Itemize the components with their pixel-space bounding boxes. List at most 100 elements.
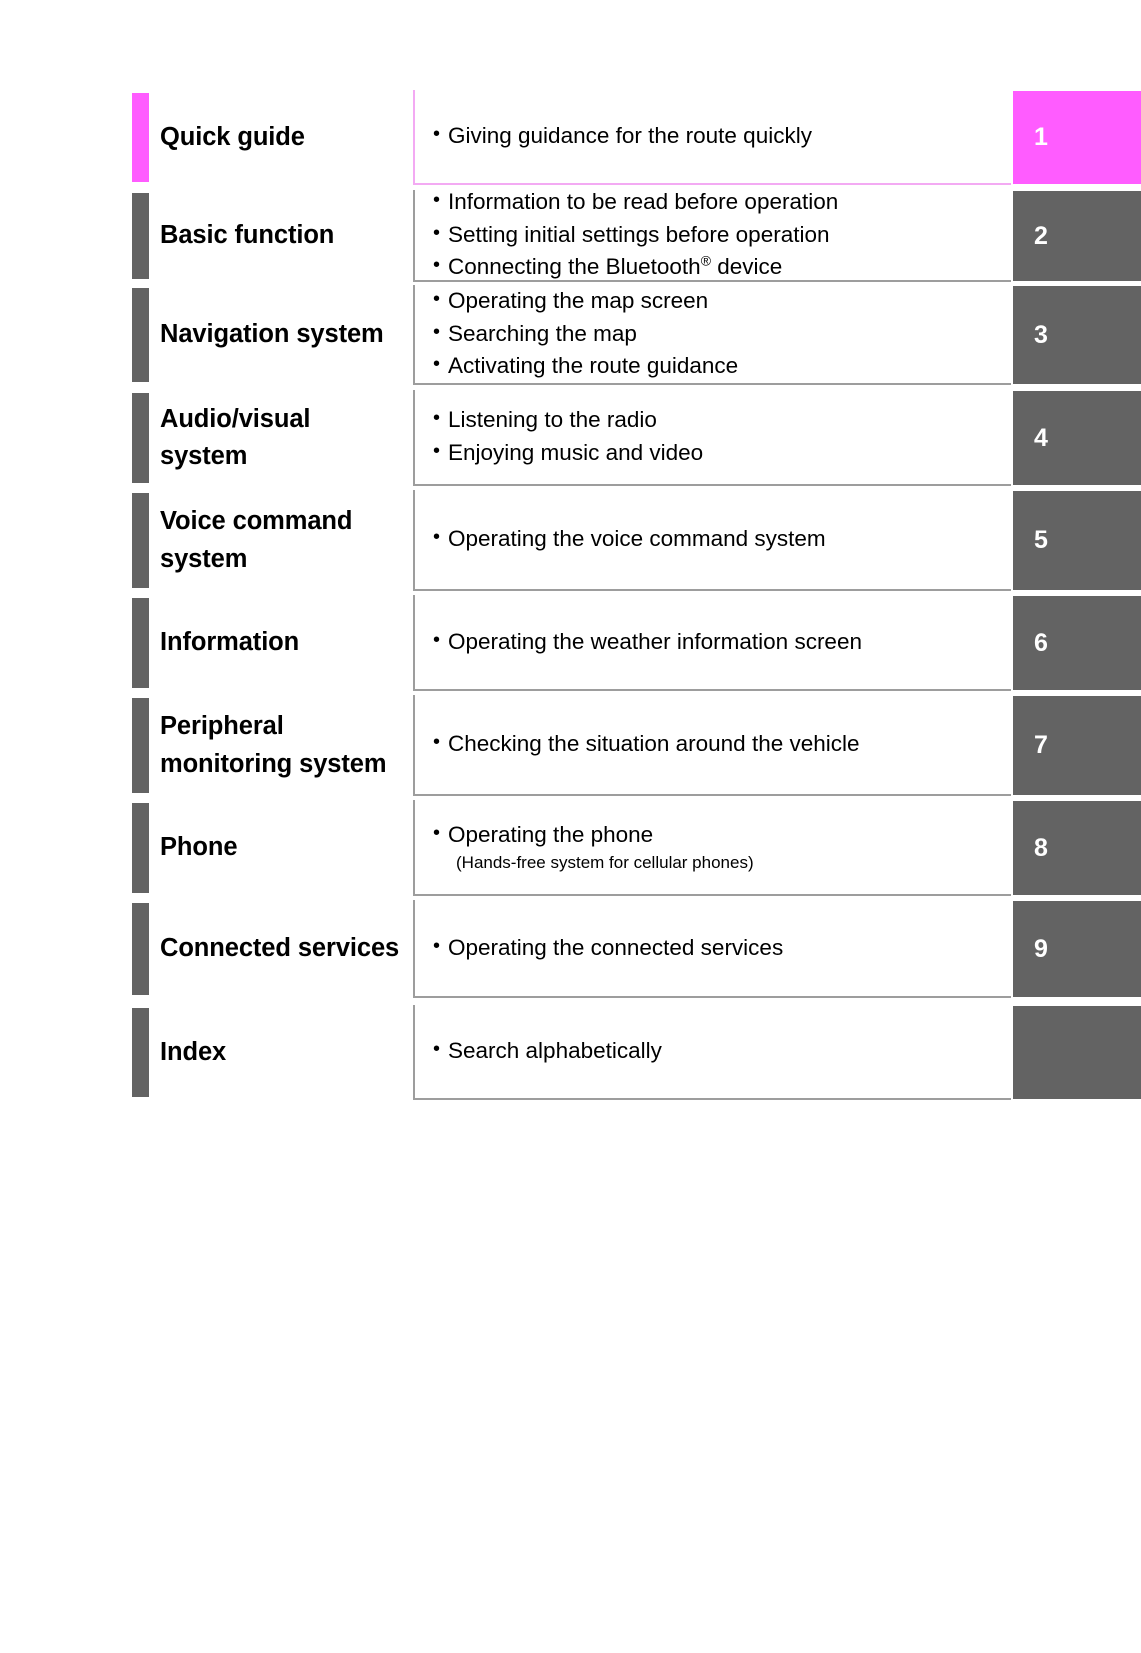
chapter-tab[interactable]: 9 xyxy=(1013,901,1141,997)
description-item: Operating the phone (Hands-free system fo… xyxy=(433,819,1011,876)
description-list: Giving guidance for the route quickly xyxy=(415,120,1011,153)
row-accent-bar xyxy=(132,393,149,483)
section-label: Quick guide xyxy=(160,90,400,185)
section-label: Information xyxy=(160,595,400,691)
description-item: Information to be read before operation xyxy=(433,186,1011,219)
chapter-tab-number: 3 xyxy=(1034,320,1048,349)
description-list: Operating the phone (Hands-free system fo… xyxy=(415,819,1011,876)
description-list: Operating the map screen Searching the ma… xyxy=(415,285,1011,383)
toc-row[interactable]: Basic function Information to be read bef… xyxy=(0,186,1141,282)
section-label: Basic function xyxy=(160,190,400,282)
chapter-tab-number: 9 xyxy=(1034,934,1048,963)
row-accent-bar xyxy=(132,193,149,279)
row-accent-bar xyxy=(132,803,149,893)
row-accent-bar xyxy=(132,698,149,793)
row-accent-bar xyxy=(132,903,149,995)
chapter-tab[interactable]: 2 xyxy=(1013,191,1141,281)
section-label-text: Index xyxy=(160,1037,227,1066)
description-item-text: Activating the route guidance xyxy=(448,353,739,379)
description-item-text: Connecting the Bluetooth xyxy=(448,254,701,280)
row-accent-bar xyxy=(132,598,149,688)
description-list: Information to be read before operation S… xyxy=(415,186,1011,284)
section-label-text: Information xyxy=(160,628,300,657)
description-item: Operating the voice command system xyxy=(433,523,1011,556)
description-item-text: Listening to the radio xyxy=(448,407,657,433)
chapter-tab[interactable]: 7 xyxy=(1013,696,1141,795)
description-item-text-after: device xyxy=(710,254,783,280)
registered-trademark-symbol: ® xyxy=(700,252,711,269)
chapter-tab[interactable] xyxy=(1013,1006,1141,1099)
description-item: Search alphabetically xyxy=(433,1035,1011,1068)
section-label-text: Phone xyxy=(160,833,238,862)
section-description-box: Information to be read before operation S… xyxy=(413,186,1011,282)
description-list: Checking the situation around the vehicl… xyxy=(415,728,1011,761)
chapter-tab-number: 8 xyxy=(1034,833,1048,862)
description-item-text: Information to be read before operation xyxy=(448,189,839,215)
description-item: Operating the weather information screen xyxy=(433,626,1011,659)
section-label: Connected services xyxy=(160,900,400,998)
description-item-text: Enjoying music and video xyxy=(448,440,704,465)
description-item-text: Search alphabetically xyxy=(448,1038,662,1064)
description-item-text: Giving guidance for the route quickly xyxy=(448,123,812,149)
description-list: Operating the voice command system xyxy=(415,523,1011,556)
description-item-text: Checking the situation around the vehicl… xyxy=(448,731,860,757)
chapter-tab[interactable]: 5 xyxy=(1013,491,1141,590)
description-item-text: Operating the connected services xyxy=(448,934,784,960)
toc-row[interactable]: Audio/visual system Listening to the radi… xyxy=(0,390,1141,486)
section-description-box: Giving guidance for the route quickly xyxy=(413,90,1011,185)
description-item-text: Operating the map screen xyxy=(448,288,709,314)
description-item-text: Setting initial settings before operatio… xyxy=(448,221,830,247)
description-item: Activating the route guidance xyxy=(433,350,1011,383)
section-description-box: Operating the voice command system xyxy=(413,490,1011,591)
toc-page: Quick guide Giving guidance for the route… xyxy=(0,0,1141,1653)
toc-row[interactable]: Index Search alphabetically xyxy=(0,1005,1141,1100)
row-accent-bar xyxy=(132,93,149,182)
section-description-box: Operating the connected services xyxy=(413,900,1011,998)
section-label: Index xyxy=(160,1005,400,1100)
description-item-text: Operating the phone xyxy=(448,821,654,847)
description-item: Checking the situation around the vehicl… xyxy=(433,728,1011,761)
description-item-note: (Hands-free system for cellular phones) xyxy=(456,853,754,873)
toc-row[interactable]: Connected services Operating the connecte… xyxy=(0,900,1141,998)
section-label-text: Voice command system xyxy=(160,507,353,573)
section-description-box: Operating the phone (Hands-free system fo… xyxy=(413,800,1011,896)
toc-row[interactable]: Voice command system Operating the voice … xyxy=(0,490,1141,591)
description-item: Operating the map screen xyxy=(433,285,1011,318)
description-list: Operating the connected services xyxy=(415,932,1011,965)
description-item-text: Operating the voice command system xyxy=(448,526,826,552)
section-description-box: Operating the map screen Searching the ma… xyxy=(413,285,1011,385)
chapter-tab[interactable]: 4 xyxy=(1013,391,1141,485)
chapter-tab[interactable]: 1 xyxy=(1013,91,1141,184)
description-item-text: Operating the weather information screen xyxy=(448,628,862,654)
section-label: Peripheral monitoring system xyxy=(160,695,400,796)
description-item: Connecting the Bluetooth® device xyxy=(433,251,1011,284)
description-item-text: Searching the map xyxy=(448,320,637,346)
description-item: Giving guidance for the route quickly xyxy=(433,120,1011,153)
section-label-text: Peripheral monitoring system xyxy=(160,712,387,778)
toc-row[interactable]: Information Operating the weather informa… xyxy=(0,595,1141,691)
section-description-box: Checking the situation around the vehicl… xyxy=(413,695,1011,796)
description-item: Listening to the radio xyxy=(433,404,1011,437)
toc-row[interactable]: Navigation system Operating the map scree… xyxy=(0,285,1141,385)
description-item: Setting initial settings before operatio… xyxy=(433,219,1011,252)
description-list: Search alphabetically xyxy=(415,1035,1011,1068)
description-list: Listening to the radio Enjoying music and… xyxy=(415,404,1011,469)
chapter-tab[interactable]: 6 xyxy=(1013,596,1141,690)
section-label-text: Quick guide xyxy=(160,122,305,151)
description-list: Operating the weather information screen xyxy=(415,626,1011,659)
section-label: Navigation system xyxy=(160,285,400,385)
toc-row[interactable]: Quick guide Giving guidance for the route… xyxy=(0,90,1141,185)
chapter-tab[interactable]: 8 xyxy=(1013,801,1141,895)
section-description-box: Search alphabetically xyxy=(413,1005,1011,1100)
section-label-text: Navigation system xyxy=(160,320,384,349)
section-label: Phone xyxy=(160,800,400,896)
toc-row[interactable]: Phone Operating the phone (Hands-free syst… xyxy=(0,800,1141,896)
toc-row[interactable]: Peripheral monitoring system Checking the… xyxy=(0,695,1141,796)
chapter-tab[interactable]: 3 xyxy=(1013,286,1141,384)
chapter-tab-number: 6 xyxy=(1034,628,1048,657)
section-label: Voice command system xyxy=(160,490,400,591)
description-item: Enjoying music and video xyxy=(433,437,1011,470)
section-description-box: Listening to the radio Enjoying music and… xyxy=(413,390,1011,486)
section-label: Audio/visual system xyxy=(160,390,400,486)
chapter-tab-number: 1 xyxy=(1034,123,1048,151)
